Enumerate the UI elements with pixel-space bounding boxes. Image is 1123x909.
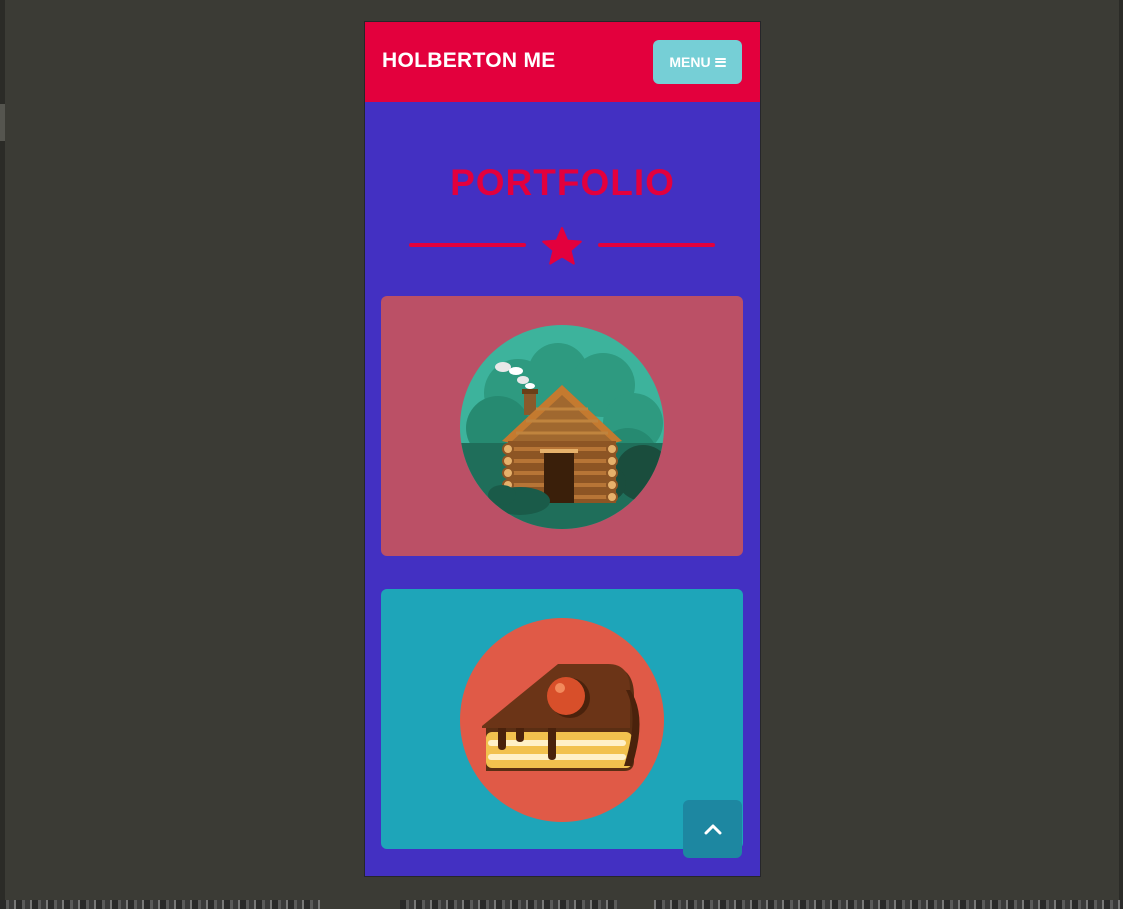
bars-icon (714, 57, 726, 67)
mobile-viewport: HOLBERTON ME MENU PORTFOLIO (365, 22, 760, 876)
window-right-edge (1119, 0, 1123, 909)
desktop-background-strip (0, 900, 1123, 909)
divider-line-left (409, 243, 526, 247)
star-icon (542, 227, 582, 265)
window-left-edge (0, 0, 5, 909)
chevron-up-icon (704, 824, 721, 835)
log-cabin-icon (460, 325, 664, 529)
menu-button-label: MENU (669, 54, 711, 70)
menu-button[interactable]: MENU (653, 40, 742, 84)
cake-slice-icon (460, 618, 664, 822)
portfolio-item-cabin[interactable] (381, 296, 743, 556)
brand-logo[interactable]: HOLBERTON ME (382, 49, 556, 73)
divider-line-right (598, 243, 715, 247)
scroll-to-top-button[interactable] (683, 800, 742, 858)
section-title: PORTFOLIO (450, 162, 675, 203)
window-edge-tab (0, 104, 5, 141)
navbar: HOLBERTON ME MENU (365, 22, 760, 102)
